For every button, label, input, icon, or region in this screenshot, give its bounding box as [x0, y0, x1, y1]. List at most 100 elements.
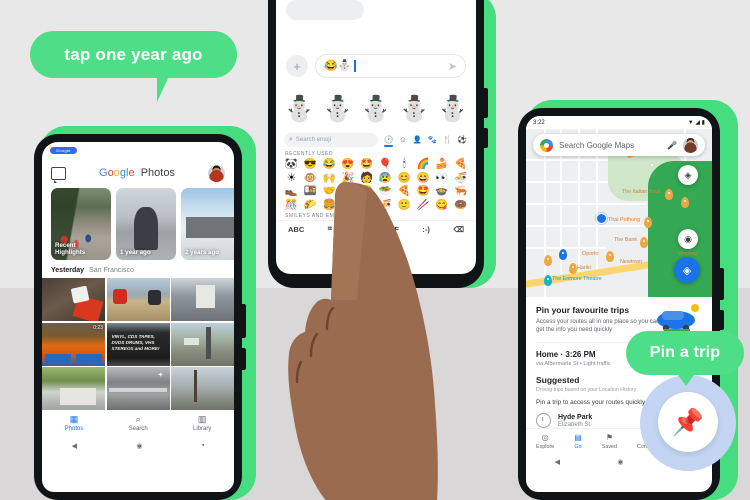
map-pin[interactable] [606, 251, 614, 262]
section-header: Yesterday San Francisco [42, 260, 234, 278]
photo-tile[interactable] [171, 367, 234, 410]
suggested-emoji[interactable]: ⛄ [360, 97, 391, 122]
power-button[interactable] [482, 128, 488, 148]
emoji-toolbar: ⌕ Search emoji 🕐 ☺ 👤 🐾 🍴 ⚽ [276, 131, 476, 150]
nav-item-search[interactable]: ⌕ Search [128, 415, 148, 433]
power-button[interactable] [240, 348, 246, 370]
nav-item-photos[interactable]: ▦ Photos [65, 415, 84, 433]
volume-button[interactable] [718, 268, 724, 300]
memory-card[interactable]: Recent Highlights [51, 188, 111, 260]
nav-item-go[interactable]: ▤ Go [574, 433, 582, 450]
back-icon[interactable]: ◀ [72, 442, 77, 450]
recent-category[interactable]: 🕐 [383, 134, 394, 147]
photo-tile[interactable] [106, 278, 170, 321]
recents-icon[interactable]: ▪ [202, 442, 204, 449]
map-label: The Bank [614, 237, 638, 243]
activity-category[interactable]: ⚽ [457, 134, 468, 147]
map-pin[interactable] [681, 197, 689, 208]
volume-button[interactable] [240, 304, 246, 338]
nav-item-library[interactable]: ▥ Library [192, 414, 212, 433]
photo-tile[interactable] [42, 278, 105, 321]
screenshot-stage: Google Google Photos Recent Highlights 1… [0, 0, 750, 500]
explore-icon: ◎ [541, 433, 549, 442]
status-time: 3:22 [533, 119, 545, 126]
home-icon[interactable]: ◉ [136, 442, 142, 450]
google-maps-icon [540, 138, 553, 152]
emoji-cell[interactable]: 🕯 [395, 158, 414, 172]
chat-bubble-icon[interactable] [51, 166, 66, 183]
callout-tap-one-year-ago: tap one year ago [30, 31, 237, 78]
nav-label: Search [128, 426, 148, 432]
memory-card-one-year-ago[interactable]: 1 year ago [116, 188, 176, 260]
pin-trip-button[interactable]: 📌 [658, 392, 718, 452]
people-category[interactable]: 👤 [411, 134, 422, 147]
memory-label: 1 year ago [120, 249, 151, 257]
photo-tile[interactable] [171, 322, 234, 366]
map-road [526, 247, 606, 249]
map-road [526, 225, 646, 227]
map-label: Hariki [577, 265, 591, 271]
photo-tile[interactable]: VINYL, CDS TAPES, DVDS DRUMS, VHS STEREO… [106, 322, 170, 366]
map-pin[interactable] [544, 255, 552, 266]
emoji-cell[interactable]: 🍰 [432, 158, 451, 172]
suggested-emoji[interactable]: ⛄ [284, 97, 315, 122]
photo-tile[interactable]: 0:23 [42, 322, 105, 366]
wordmark-photos: Photos [140, 167, 175, 179]
message-input[interactable]: 😂⛄ ➤ [315, 54, 466, 78]
map-pin-saved[interactable] [559, 249, 567, 260]
map-pin[interactable] [569, 263, 577, 274]
maps-status-bar: 3:22 ▼ ◢ ▮ [526, 116, 712, 129]
map-label: Newtown [620, 259, 643, 265]
nav-label: Saved [601, 444, 618, 450]
emoji-cell[interactable]: 🎈 [376, 158, 395, 172]
compass-icon[interactable]: ◉ [678, 229, 698, 249]
send-icon[interactable]: ➤ [448, 60, 457, 73]
emoji-cell[interactable]: 🐼 [282, 158, 301, 172]
emoji-suggestions-row[interactable]: ⛄ ⛄ ⛄ ⛄ ⛄ [276, 88, 476, 131]
suggested-emoji[interactable]: ⛄ [399, 97, 430, 122]
volume-button[interactable] [482, 88, 488, 118]
memories-carousel[interactable]: Recent Highlights 1 year ago 2 years ago [42, 188, 234, 260]
maps-search-bar[interactable]: Search Google Maps 🎤 [533, 134, 705, 156]
nav-item-explore[interactable]: ◎ Explore [536, 433, 554, 450]
photo-tile[interactable] [171, 278, 234, 321]
memory-card-two-years-ago[interactable]: 2 years ago [181, 188, 234, 260]
emoji-cell[interactable]: 😎 [301, 158, 320, 172]
page-title: Google Photos [99, 167, 175, 179]
status-pill: Google [50, 146, 77, 154]
emoji-cell[interactable]: 🤩 [357, 158, 376, 172]
plus-icon[interactable]: + [286, 55, 308, 77]
animals-category[interactable]: 🐾 [427, 134, 438, 147]
power-button[interactable] [718, 310, 724, 330]
emoji-search-input[interactable]: ⌕ Search emoji [284, 133, 378, 147]
emoji-cell[interactable]: 😍 [338, 158, 357, 172]
food-category[interactable]: 🍴 [442, 134, 453, 147]
map-canvas[interactable]: Camperdown Memorial Rest Park Newtown Ho… [526, 129, 712, 297]
emoji-cell[interactable]: 😂 [320, 158, 339, 172]
avatar[interactable] [683, 137, 698, 153]
navigate-icon[interactable]: ◈ [674, 257, 700, 283]
trip-address: Elizabeth St [558, 421, 591, 428]
mic-icon[interactable]: 🎤 [667, 141, 677, 150]
layers-icon[interactable]: ◈ [678, 165, 698, 185]
library-icon: ▥ [197, 414, 207, 424]
emoji-cell[interactable]: 🌈 [414, 158, 433, 172]
photo-tile[interactable] [42, 367, 105, 410]
nav-item-saved[interactable]: ⚑ Saved [602, 433, 617, 450]
map-pin[interactable] [644, 217, 652, 228]
nav-label: Library [192, 426, 212, 432]
back-icon[interactable]: ◀ [555, 458, 560, 466]
smileys-category[interactable]: ☺ [398, 134, 408, 147]
current-location-dot [596, 213, 607, 224]
map-pin[interactable] [665, 189, 673, 200]
emoji-cell[interactable]: 🍕 [451, 158, 470, 172]
avatar[interactable] [207, 164, 225, 182]
home-icon[interactable]: ◉ [617, 458, 623, 466]
map-pin[interactable] [640, 237, 648, 248]
search-input[interactable]: Search Google Maps [559, 141, 661, 150]
search-placeholder: Search emoji [295, 137, 331, 143]
suggested-emoji[interactable]: ⛄ [437, 97, 468, 122]
suggested-emoji[interactable]: ⛄ [322, 97, 353, 122]
map-pin[interactable] [544, 275, 552, 286]
photo-tile[interactable]: ✦ [106, 367, 170, 410]
